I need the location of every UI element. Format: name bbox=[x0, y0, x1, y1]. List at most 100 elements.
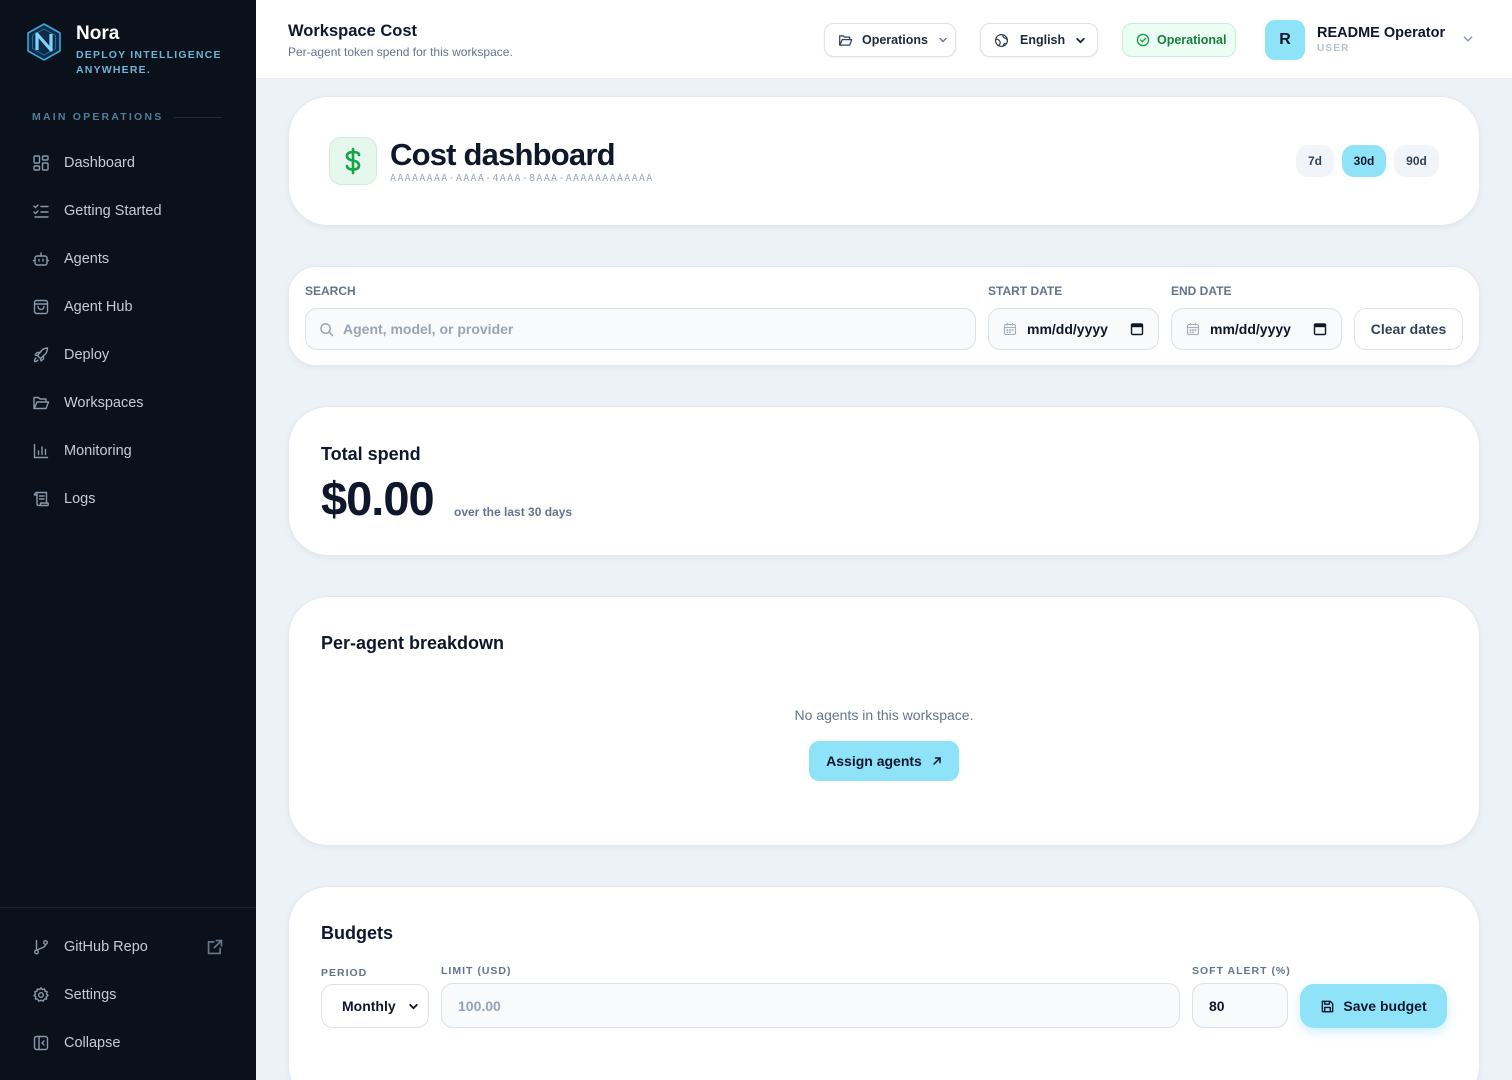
chevron-down-icon[interactable] bbox=[1462, 33, 1474, 45]
brand-name: Nora bbox=[76, 23, 120, 44]
period-value: Monthly bbox=[342, 998, 396, 1014]
budgets-title: Budgets bbox=[321, 923, 393, 943]
end-date-label: END DATE bbox=[1171, 284, 1232, 298]
start-date-field[interactable]: mm/dd/yyyy bbox=[988, 308, 1159, 350]
folder-icon bbox=[839, 34, 853, 46]
calendar-icon bbox=[1186, 323, 1200, 336]
sidebar-item-label: Workspaces bbox=[64, 395, 144, 411]
workspace-id: AAAAAAAA-AAAA-4AAA-8AAA-AAAAAAAAAAAA bbox=[390, 173, 654, 184]
chevron-down-icon bbox=[408, 1003, 418, 1009]
start-date-value: mm/dd/yyyy bbox=[1027, 321, 1108, 337]
start-date-label: START DATE bbox=[988, 284, 1063, 298]
filter-card: SEARCH Agent, model, or provider START D… bbox=[288, 266, 1480, 366]
status-badge: Operational bbox=[1122, 23, 1236, 57]
calendar-picker-icon[interactable] bbox=[1313, 322, 1327, 336]
sidebar-item-logs[interactable]: Logs bbox=[16, 475, 240, 523]
chevron-down-icon bbox=[1076, 37, 1085, 43]
arrow-up-right-icon bbox=[933, 757, 941, 765]
external-link-icon bbox=[207, 939, 223, 955]
sidebar-item-agents[interactable]: Agents bbox=[16, 235, 240, 283]
dollar-icon bbox=[329, 137, 377, 185]
brand[interactable]: Nora DEPLOY INTELLIGENCE ANYWHERE. bbox=[24, 22, 226, 78]
limit-placeholder: 100.00 bbox=[458, 997, 501, 1014]
range-7d-button[interactable]: 7d bbox=[1296, 145, 1334, 177]
limit-input[interactable]: 100.00 bbox=[441, 983, 1180, 1028]
workspace-name: Operations bbox=[862, 33, 928, 47]
sidebar-item-label: Agent Hub bbox=[64, 299, 133, 315]
nora-logo-icon bbox=[27, 23, 61, 61]
sidebar-item-label: Logs bbox=[64, 491, 96, 507]
soft-alert-input[interactable]: 80 bbox=[1192, 983, 1288, 1028]
range-90d-button[interactable]: 90d bbox=[1394, 145, 1439, 177]
main-nav: Dashboard Getting Started Agents Agent H… bbox=[16, 139, 240, 523]
user-role: USER bbox=[1317, 43, 1350, 54]
globe-icon bbox=[994, 33, 1009, 47]
page-subtitle: Per-agent token spend for this workspace… bbox=[288, 45, 513, 59]
section-label: MAIN OPERATIONS bbox=[32, 111, 164, 123]
sidebar-item-label: Monitoring bbox=[64, 443, 132, 459]
sidebar-item-agent-hub[interactable]: Agent Hub bbox=[16, 283, 240, 331]
per-agent-card: Per-agent breakdown No agents in this wo… bbox=[288, 596, 1480, 846]
dashboard-title: Cost dashboard bbox=[390, 137, 616, 172]
workspace-selector[interactable]: Operations bbox=[824, 23, 956, 57]
sidebar-item-settings[interactable]: Settings bbox=[16, 971, 240, 1019]
gear-icon bbox=[33, 987, 49, 1002]
budgets-card: Budgets PERIOD Monthly LIMIT (USD) 100.0… bbox=[288, 886, 1480, 1080]
per-agent-title: Per-agent breakdown bbox=[321, 633, 505, 653]
search-placeholder: Agent, model, or provider bbox=[343, 321, 514, 337]
sidebar-item-deploy[interactable]: Deploy bbox=[16, 331, 240, 379]
bar-chart-icon bbox=[33, 443, 49, 459]
range-30d-button[interactable]: 30d bbox=[1342, 145, 1386, 177]
assign-agents-label: Assign agents bbox=[826, 753, 922, 769]
search-label: SEARCH bbox=[305, 284, 356, 298]
end-date-field[interactable]: mm/dd/yyyy bbox=[1171, 308, 1342, 350]
divider bbox=[174, 117, 222, 118]
sidebar: Nora DEPLOY INTELLIGENCE ANYWHERE. MAIN … bbox=[0, 0, 256, 1080]
period-select[interactable]: Monthly bbox=[321, 984, 429, 1028]
save-budget-button[interactable]: Save budget bbox=[1300, 984, 1447, 1028]
calendar-picker-icon[interactable] bbox=[1130, 322, 1144, 336]
scroll-icon bbox=[33, 491, 49, 507]
clear-dates-button[interactable]: Clear dates bbox=[1354, 308, 1463, 350]
avatar[interactable]: R bbox=[1265, 20, 1305, 60]
status-text: Operational bbox=[1157, 33, 1227, 47]
language-selector[interactable]: English bbox=[980, 23, 1098, 57]
total-spend-note: over the last 30 days bbox=[454, 505, 573, 519]
sidebar-item-getting-started[interactable]: Getting Started bbox=[16, 187, 240, 235]
sidebar-footer: GitHub Repo Settings Collapse bbox=[0, 907, 256, 1067]
period-label: PERIOD bbox=[321, 967, 368, 979]
sidebar-item-label: Getting Started bbox=[64, 203, 162, 219]
sidebar-item-workspaces[interactable]: Workspaces bbox=[16, 379, 240, 427]
soft-alert-label: SOFT ALERT (%) bbox=[1192, 965, 1291, 977]
assign-agents-button[interactable]: Assign agents bbox=[809, 741, 959, 781]
sidebar-item-label: Collapse bbox=[64, 1035, 121, 1051]
bot-icon bbox=[32, 252, 50, 266]
sidebar-item-collapse[interactable]: Collapse bbox=[16, 1019, 240, 1067]
search-input[interactable]: Agent, model, or provider bbox=[305, 308, 976, 350]
user-name[interactable]: README Operator bbox=[1317, 25, 1445, 41]
sidebar-item-label: Dashboard bbox=[64, 155, 135, 171]
cost-dashboard-card: Cost dashboard AAAAAAAA-AAAA-4AAA-8AAA-A… bbox=[288, 96, 1480, 226]
sidebar-item-label: Agents bbox=[64, 251, 110, 267]
total-spend-label: Total spend bbox=[321, 444, 421, 464]
sidebar-item-monitoring[interactable]: Monitoring bbox=[16, 427, 240, 475]
collapse-icon bbox=[33, 1035, 49, 1051]
sidebar-item-label: GitHub Repo bbox=[64, 939, 148, 955]
sidebar-item-github-repo[interactable]: GitHub Repo bbox=[16, 923, 240, 971]
soft-alert-value: 80 bbox=[1209, 997, 1225, 1014]
git-branch-icon bbox=[34, 940, 48, 955]
folder-icon bbox=[33, 396, 50, 410]
empty-state-text: No agents in this workspace. bbox=[794, 707, 974, 723]
limit-label: LIMIT (USD) bbox=[441, 965, 512, 977]
shopping-bag-icon bbox=[33, 299, 49, 315]
total-spend-value: $0.00 bbox=[321, 472, 435, 525]
search-icon bbox=[320, 322, 334, 336]
calendar-icon bbox=[1003, 323, 1017, 336]
save-budget-label: Save budget bbox=[1343, 998, 1427, 1014]
language-name: English bbox=[1020, 33, 1066, 47]
save-icon bbox=[1322, 1000, 1334, 1012]
top-header: Workspace Cost Per-agent token spend for… bbox=[256, 0, 1512, 79]
page-title: Workspace Cost bbox=[288, 22, 417, 40]
rocket-icon bbox=[33, 347, 49, 363]
sidebar-item-dashboard[interactable]: Dashboard bbox=[16, 139, 240, 187]
